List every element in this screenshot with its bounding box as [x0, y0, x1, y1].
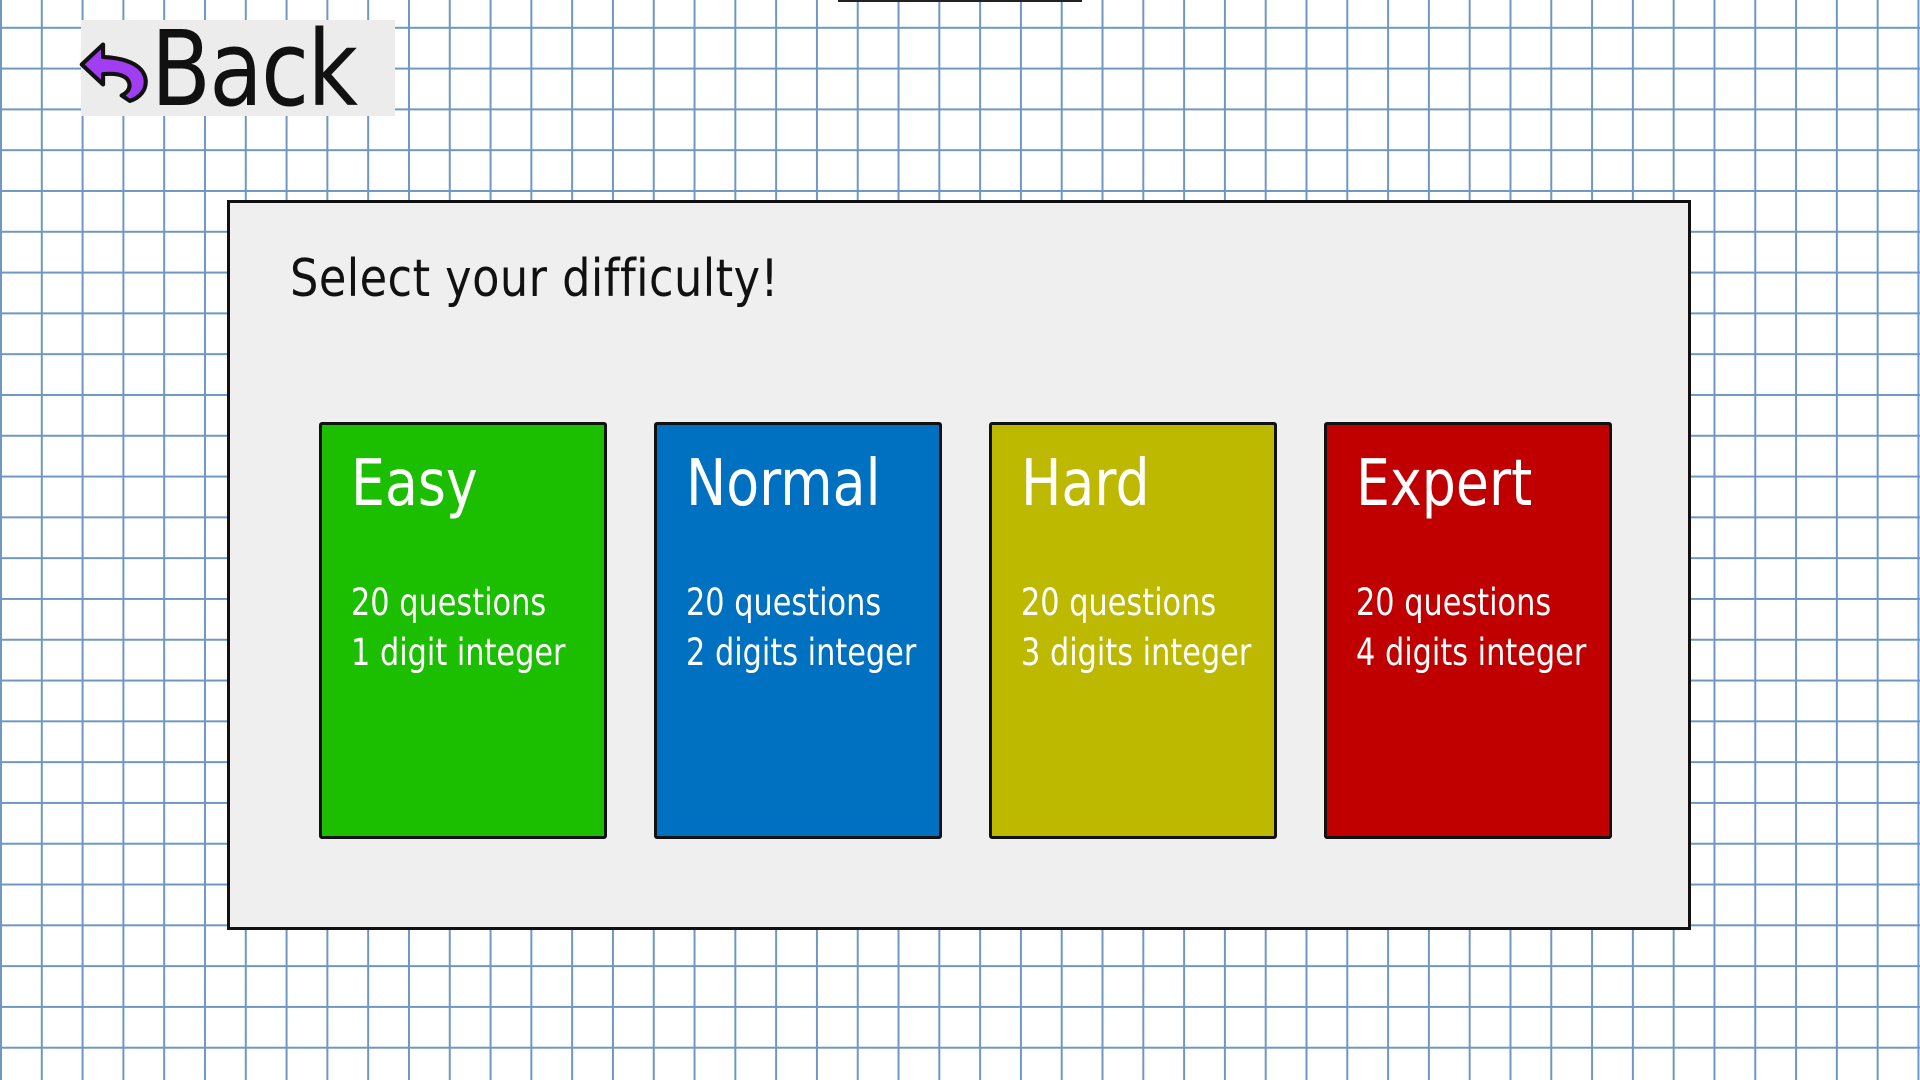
difficulty-card-hard[interactable]: Hard 20 questions 3 digits integer	[989, 422, 1277, 839]
card-digit-info: 4 digits integer	[1356, 631, 1587, 674]
card-question-count: 20 questions	[1021, 581, 1217, 624]
difficulty-card-normal[interactable]: Normal 20 questions 2 digits integer	[654, 422, 942, 839]
card-question-count: 20 questions	[686, 581, 882, 624]
top-edge-marker	[838, 0, 1082, 2]
card-title: Easy	[351, 447, 478, 521]
card-title: Normal	[686, 447, 881, 521]
card-question-count: 20 questions	[1356, 581, 1552, 624]
card-title: Hard	[1021, 447, 1150, 521]
back-arrow-icon	[79, 42, 148, 104]
card-title: Expert	[1356, 447, 1533, 521]
card-question-count: 20 questions	[351, 581, 547, 624]
back-button[interactable]: Back	[79, 17, 395, 121]
back-label: Back	[150, 8, 358, 130]
card-digit-info: 1 digit integer	[351, 631, 566, 674]
difficulty-card-easy[interactable]: Easy 20 questions 1 digit integer	[319, 422, 607, 839]
card-digit-info: 3 digits integer	[1021, 631, 1252, 674]
difficulty-card-expert[interactable]: Expert 20 questions 4 digits integer	[1324, 422, 1612, 839]
panel-title: Select your difficulty!	[290, 249, 779, 309]
card-digit-info: 2 digits integer	[686, 631, 917, 674]
difficulty-panel: Select your difficulty! Easy 20 question…	[227, 200, 1691, 930]
